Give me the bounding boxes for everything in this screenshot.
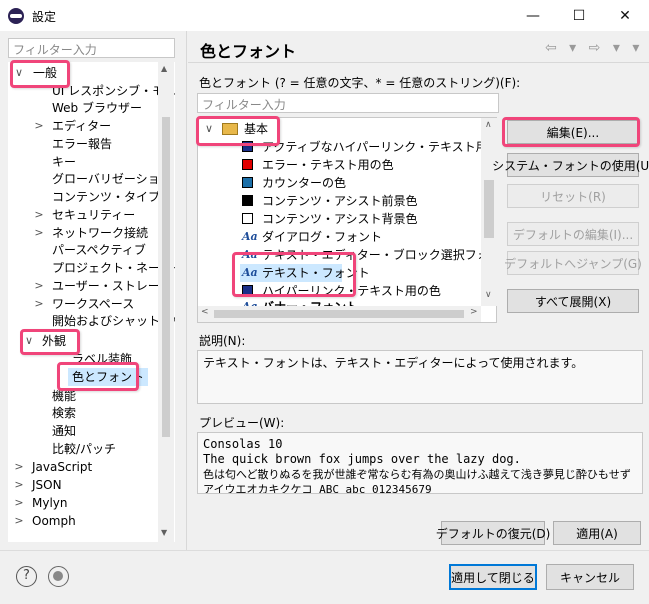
use-system-font-button[interactable]: システム・フォントの使用(U) [492, 153, 649, 177]
apply-button[interactable]: 適用(A) [553, 521, 641, 545]
page-title: 色とフォント [200, 42, 297, 61]
scroll-down-icon[interactable]: ▼ [161, 528, 167, 537]
reset-button[interactable]: リセット(R) [507, 184, 639, 208]
tree-item[interactable]: ワークスペース [52, 295, 134, 313]
chevron-right-icon[interactable]: > [34, 224, 44, 242]
description-text: テキスト・フォントは、テキスト・エディターによって使用されます。 [197, 350, 643, 404]
tree-item[interactable]: ダイアログ・フォント [262, 228, 382, 246]
minimize-button[interactable]: — [510, 0, 556, 31]
goto-default-button[interactable]: デフォルトへジャンプ(G) [504, 251, 642, 275]
tree-item[interactable]: コンテンツ・タイプ [52, 188, 160, 206]
tree-item[interactable]: ネットワーク接続 [52, 224, 148, 242]
chevron-right-icon[interactable]: > [14, 512, 24, 530]
colors-tree-vscrollbar[interactable]: ∧ ∨ [481, 118, 497, 306]
scroll-thumb[interactable] [484, 180, 494, 238]
close-button[interactable]: ✕ [602, 0, 648, 31]
scroll-thumb[interactable] [162, 117, 170, 437]
preview-box: Consolas 10 The quick brown fox jumps ov… [197, 432, 643, 494]
scroll-right-icon[interactable]: > [470, 307, 478, 317]
cancel-button[interactable]: キャンセル [546, 564, 634, 590]
color-swatch-icon [242, 159, 253, 170]
annotation-highlight [232, 252, 356, 297]
description-label: 説明(N): [199, 334, 246, 348]
tree-item[interactable]: コンテンツ・アシスト前景色 [262, 192, 418, 210]
colors-fonts-label: 色とフォント (? = 任意の文字、* = 任意のストリング)(F): [199, 76, 521, 90]
scroll-up-icon[interactable]: ∧ [485, 120, 492, 130]
left-filter-input[interactable]: フィルター入力 [8, 38, 175, 58]
chevron-right-icon[interactable]: > [14, 494, 24, 512]
preview-line: The quick brown fox jumps over the lazy … [203, 452, 521, 466]
preview-line: Consolas 10 [203, 437, 283, 451]
annotation-highlight [502, 117, 640, 147]
tree-item[interactable]: Oomph [32, 512, 76, 530]
color-swatch-icon [242, 195, 253, 206]
tree-item[interactable]: JavaScript [32, 458, 92, 476]
tree-item[interactable]: Mylyn [32, 494, 68, 512]
scroll-down-icon[interactable]: ∨ [485, 290, 492, 300]
tree-item[interactable]: アクティブなハイパーリンク・テキスト用の色 [262, 138, 496, 156]
window-title: 設定 [32, 10, 57, 24]
colors-filter-input[interactable]: フィルター入力 [197, 93, 499, 113]
tree-item[interactable]: ユーザー・ストレージ・サービス [52, 277, 175, 295]
title-separator [188, 62, 649, 63]
tree-item[interactable]: エディター [52, 117, 111, 135]
scroll-up-icon[interactable]: ▲ [161, 64, 167, 73]
tree-item[interactable]: エラー・テキスト用の色 [262, 156, 394, 174]
preview-line: アイウエオカキクケコ ABC abc 012345679 [203, 483, 432, 494]
restore-defaults-button[interactable]: デフォルトの復元(D) [436, 521, 550, 545]
annotation-highlight [57, 362, 139, 391]
pane-divider[interactable] [186, 31, 187, 550]
preferences-tree: ∨一般 UI レスポンシブ・モニター Web ブラウザー >エディター エラー報… [8, 62, 175, 542]
tree-item[interactable]: JSON [32, 476, 62, 494]
scroll-thumb[interactable] [214, 310, 464, 318]
tree-item[interactable]: 比較/パッチ [52, 440, 116, 458]
chevron-right-icon[interactable]: > [34, 117, 44, 135]
tree-item[interactable]: 通知 [52, 422, 76, 440]
colors-tree-hscrollbar[interactable]: < > [198, 306, 481, 322]
apply-and-close-button[interactable]: 適用して閉じる [449, 564, 537, 590]
tree-item[interactable]: セキュリティー [52, 206, 135, 224]
record-macro-icon[interactable] [48, 566, 69, 587]
color-swatch-icon [242, 213, 253, 224]
maximize-button[interactable]: ☐ [556, 0, 602, 31]
tree-item[interactable]: コンテンツ・アシスト背景色 [262, 210, 418, 228]
chevron-right-icon[interactable]: > [14, 458, 24, 476]
help-icon[interactable]: ? [16, 566, 37, 587]
tree-item[interactable]: グローバリゼーション [52, 170, 172, 188]
font-icon: Aa [242, 230, 258, 243]
annotation-highlight [10, 60, 70, 88]
tree-item[interactable]: 検索 [52, 404, 76, 422]
tree-item[interactable]: エラー報告 [52, 135, 112, 153]
tree-item[interactable]: キー [52, 153, 76, 171]
annotation-highlight [20, 329, 80, 355]
annotation-highlight [196, 116, 280, 146]
tree-item[interactable]: パースペクティブ [52, 241, 146, 259]
chevron-right-icon[interactable]: > [34, 295, 44, 313]
navigation-arrows-icon[interactable]: ⇦ ▾ ⇨ ▾ ▾ [545, 40, 643, 56]
tree-item[interactable]: UI レスポンシブ・モニター [52, 82, 175, 100]
scroll-left-icon[interactable]: < [201, 307, 209, 317]
tree-item[interactable]: カウンターの色 [262, 174, 346, 192]
tree-item[interactable]: Web ブラウザー [52, 99, 142, 117]
tree-item[interactable]: 開始およびシャットダウン [52, 312, 175, 330]
tree-item[interactable]: プロジェクト・ネーチャー [52, 259, 175, 277]
footer-separator [0, 550, 649, 551]
chevron-right-icon[interactable]: > [34, 206, 44, 224]
chevron-right-icon[interactable]: > [34, 277, 44, 295]
eclipse-app-icon [8, 8, 24, 24]
left-scrollbar[interactable]: ▲ ▼ [158, 62, 174, 542]
chevron-right-icon[interactable]: > [14, 476, 24, 494]
expand-all-button[interactable]: すべて展開(X) [507, 289, 639, 313]
preview-label: プレビュー(W): [199, 416, 285, 430]
preview-line: 色は匂へど散りぬるを我が世誰ぞ常ならむ有為の奥山けふ越えて浅き夢見じ酔ひもせず [203, 468, 631, 481]
edit-default-button[interactable]: デフォルトの編集(I)... [507, 222, 639, 246]
color-swatch-icon [242, 177, 253, 188]
